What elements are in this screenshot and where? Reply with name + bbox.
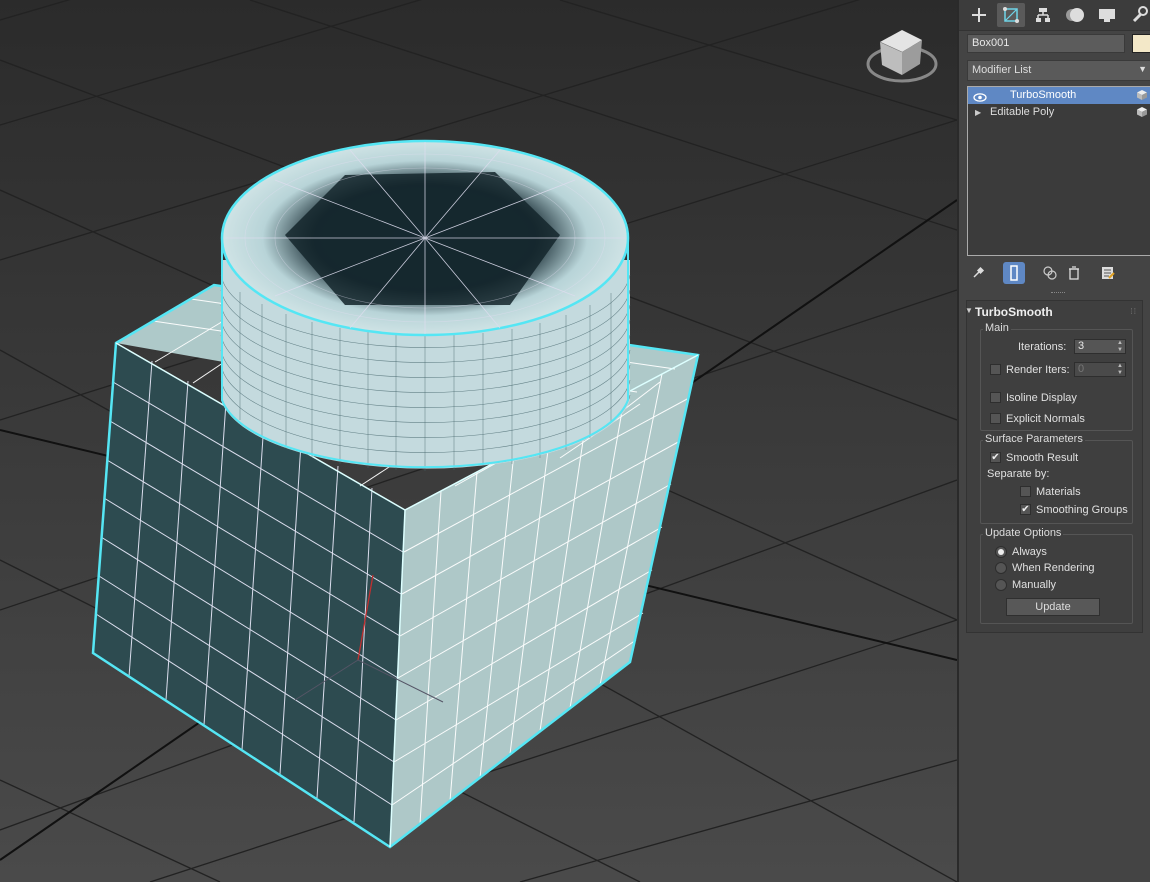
render-iters-value: 0 xyxy=(1078,363,1085,375)
iterations-value: 3 xyxy=(1078,340,1085,352)
update-options-group: Update Options Always When Rendering Man… xyxy=(980,527,1133,624)
always-radio[interactable] xyxy=(995,546,1007,558)
manually-label: Manually xyxy=(1012,579,1057,591)
update-button[interactable]: Update xyxy=(1006,598,1100,616)
rollout-title[interactable]: TurboSmooth xyxy=(975,305,1053,319)
explicit-normals-label: Explicit Normals xyxy=(1006,413,1085,425)
modifier-stack[interactable]: TurboSmooth ▶ Editable Poly xyxy=(967,86,1150,256)
smooth-result-checkbox[interactable]: ✔ xyxy=(990,452,1001,463)
render-iters-checkbox[interactable] xyxy=(990,364,1001,375)
motion-icon[interactable] xyxy=(1061,3,1089,27)
hierarchy-icon[interactable] xyxy=(1029,3,1057,27)
utilities-wrench-icon[interactable] xyxy=(1125,3,1150,27)
viewport-scene[interactable] xyxy=(0,0,957,882)
surface-group-label: Surface Parameters xyxy=(983,433,1085,445)
isoline-display-checkbox[interactable] xyxy=(990,392,1001,403)
expand-triangle-icon[interactable]: ▶ xyxy=(975,104,981,121)
perspective-viewport[interactable] xyxy=(0,0,957,882)
cube-icon xyxy=(1136,106,1148,124)
panel-splitter[interactable] xyxy=(1051,292,1065,295)
always-label: Always xyxy=(1012,546,1047,558)
modifier-list-dropdown[interactable]: Modifier List ▼ xyxy=(967,60,1150,81)
create-plus-icon[interactable] xyxy=(965,3,993,27)
stack-item-editable-poly[interactable]: ▶ Editable Poly xyxy=(968,104,1150,121)
manually-radio[interactable] xyxy=(995,579,1007,591)
when-rendering-label: When Rendering xyxy=(1012,562,1095,574)
smooth-result-label: Smooth Result xyxy=(1006,452,1079,464)
iterations-label: Iterations: xyxy=(1018,341,1067,353)
chevron-down-icon: ▼ xyxy=(1138,64,1147,74)
make-unique-icon[interactable] xyxy=(1039,262,1061,284)
isoline-display-label: Isoline Display xyxy=(1006,392,1077,404)
spinner-arrows-icon[interactable]: ▲ ▼ xyxy=(1117,363,1123,377)
stack-item-label: TurboSmooth xyxy=(1010,89,1077,101)
command-panel: Box001 Modifier List ▼ TurboSmooth ▶ Edi… xyxy=(957,0,1150,882)
update-group-label: Update Options xyxy=(983,527,1064,539)
spinner-arrows-icon[interactable]: ▲ ▼ xyxy=(1117,340,1123,354)
iterations-spinner[interactable]: 3 ▲ ▼ xyxy=(1074,339,1126,354)
smoothing-groups-checkbox[interactable]: ✔ xyxy=(1020,504,1031,515)
modifier-list-label: Modifier List xyxy=(972,64,1032,76)
main-group: Main Iterations: 3 ▲ ▼ Render Iters: 0 ▲ ▼… xyxy=(980,322,1133,431)
stack-item-label: Editable Poly xyxy=(990,106,1055,118)
materials-checkbox[interactable] xyxy=(1020,486,1031,497)
main-group-label: Main xyxy=(983,322,1011,334)
stack-toolbar xyxy=(967,262,1150,286)
render-iters-label: Render Iters: xyxy=(1006,364,1070,376)
smoothing-groups-label: Smoothing Groups xyxy=(1036,504,1128,516)
surface-parameters-group: Surface Parameters ✔ Smooth Result Separ… xyxy=(980,433,1133,524)
object-color-swatch[interactable] xyxy=(1132,34,1150,53)
cylinder-mesh xyxy=(220,139,631,471)
show-end-result-icon[interactable] xyxy=(1003,262,1025,284)
pin-stack-icon[interactable] xyxy=(967,262,989,284)
modify-icon[interactable] xyxy=(997,3,1025,27)
when-rendering-radio[interactable] xyxy=(995,562,1007,574)
stack-item-turbosmooth[interactable]: TurboSmooth xyxy=(968,87,1150,104)
explicit-normals-checkbox[interactable] xyxy=(990,413,1001,424)
turbosmooth-rollout: ▼ TurboSmooth ⁞⁞ Main Iterations: 3 ▲ ▼ R… xyxy=(965,300,1143,633)
materials-label: Materials xyxy=(1036,486,1081,498)
rollout-grip-icon[interactable]: ⁞⁞ xyxy=(1131,307,1137,316)
trash-icon[interactable] xyxy=(1063,262,1085,284)
display-icon[interactable] xyxy=(1093,3,1121,27)
collapse-triangle-icon[interactable]: ▼ xyxy=(965,306,973,315)
command-panel-tabs xyxy=(959,0,1150,31)
configure-modifier-sets-icon[interactable] xyxy=(1097,262,1119,284)
separate-by-label: Separate by: xyxy=(987,468,1050,480)
render-iters-spinner[interactable]: 0 ▲ ▼ xyxy=(1074,362,1126,377)
object-name-field[interactable]: Box001 xyxy=(967,34,1125,53)
